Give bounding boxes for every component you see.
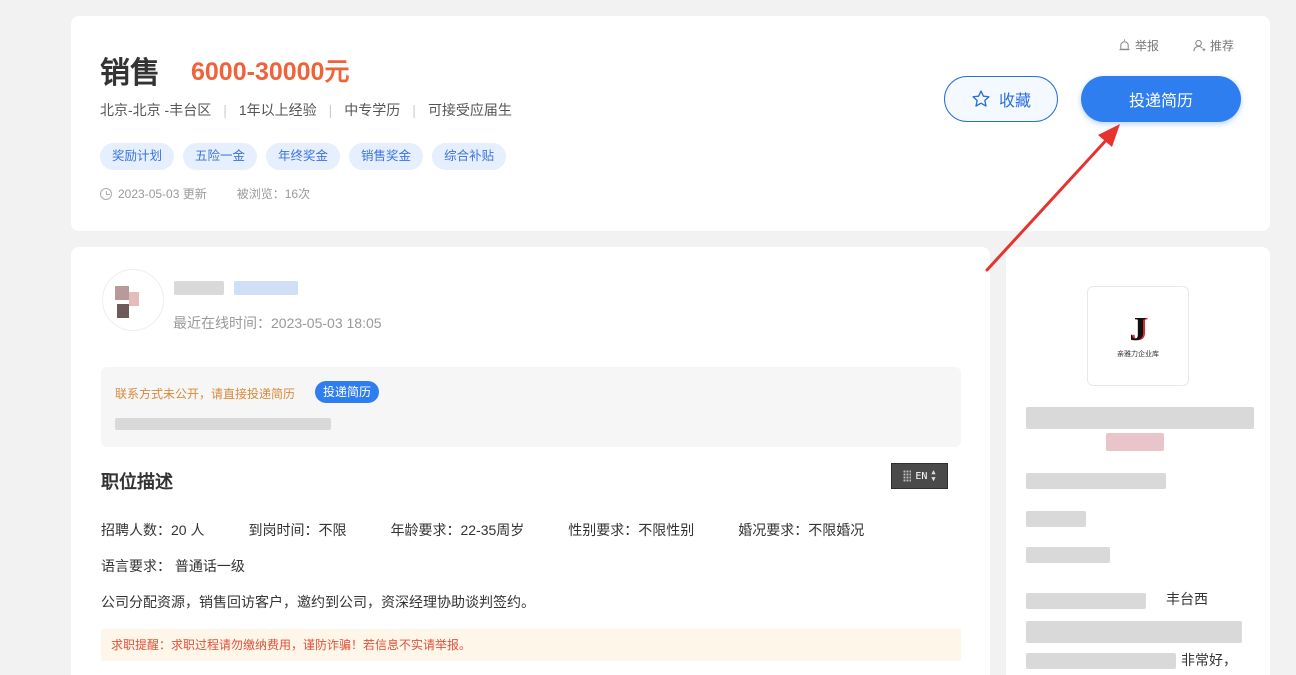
blurred-company-info — [1026, 473, 1166, 489]
blurred-company-info — [1026, 547, 1110, 563]
requirement-item: 到岗时间：不限 — [248, 522, 347, 538]
language-switcher[interactable]: EN ▲ ▼ — [891, 463, 948, 489]
language-label: EN — [915, 470, 928, 482]
recruiter-login-time: 最近在线时间：2023-05-03 18:05 — [173, 315, 382, 331]
section-title: 职位描述 — [101, 472, 173, 492]
alarm-icon — [1119, 39, 1130, 51]
blurred-company-info — [1026, 621, 1242, 643]
blurred-contact — [115, 418, 331, 430]
collect-button[interactable]: 收藏 — [944, 76, 1058, 122]
blurred-name — [174, 281, 224, 295]
benefit-tag: 奖励计划 — [100, 143, 175, 170]
recruiter-avatar — [102, 269, 164, 331]
benefit-tag: 五险一金 — [183, 143, 258, 170]
contact-box: 联系方式未公开，请直接投递简历 投递简历 — [101, 367, 961, 447]
job-header-card: 销售 6000-30000元 北京-北京 -丰台区 | 1年以上经验 | 中专学… — [71, 16, 1270, 231]
report-link[interactable]: 举报 — [1118, 37, 1159, 54]
grip-icon — [903, 470, 912, 482]
requirements-row: 招聘人数：20 人 到岗时间：不限 年龄要求：22-35周岁 性别要求：不限性别… — [101, 520, 908, 540]
blurred-company-info — [1026, 653, 1176, 669]
company-logo[interactable]: J 亲雅力企业库 — [1087, 286, 1189, 386]
job-description-text: 公司分配资源，销售回访客户，邀约到公司，资深经理协助谈判签约。 — [101, 594, 535, 610]
apply-resume-small-button[interactable]: 投递简历 — [315, 381, 380, 403]
company-desc-fragment: 非常好， — [1181, 652, 1237, 668]
job-experience: 1年以上经验 — [238, 102, 317, 118]
benefit-tags: 奖励计划 五险一金 年终奖金 销售奖金 综合补贴 — [100, 143, 507, 170]
collect-label: 收藏 — [998, 93, 1031, 110]
logo-caption: 亲雅力企业库 — [1117, 351, 1159, 358]
requirement-item: 性别要求：不限性别 — [568, 522, 695, 538]
requirement-item: 婚况要求：不限婚况 — [738, 522, 865, 538]
benefit-tag: 年终奖金 — [266, 143, 341, 170]
star-icon — [972, 90, 990, 107]
company-address-fragment: 丰台西 — [1166, 591, 1208, 607]
benefit-tag: 销售奖金 — [349, 143, 424, 170]
separator: | — [412, 102, 416, 118]
separator: | — [223, 102, 227, 118]
separator: | — [328, 102, 333, 118]
blurred-company-name — [1026, 407, 1254, 429]
logo-letter: J — [1129, 311, 1147, 348]
blurred-company-badge — [1106, 433, 1164, 451]
blurred-badge — [234, 281, 298, 295]
job-education: 中专学历 — [344, 102, 401, 118]
job-meta: 北京-北京 -丰台区 | 1年以上经验 | 中专学历 | 可接受应届生 — [100, 100, 512, 120]
update-time: 2023-05-03 更新 — [118, 187, 207, 201]
salary: 6000-30000元 — [191, 58, 350, 86]
benefit-tag: 综合补贴 — [432, 143, 507, 170]
requirement-item: 招聘人数：20 人 — [101, 522, 205, 538]
recommend-label: 推荐 — [1210, 39, 1235, 53]
job-graduates: 可接受应届生 — [427, 102, 512, 118]
language-requirement: 语言要求： 普通话一级 — [101, 558, 245, 574]
user-add-icon — [1193, 39, 1206, 52]
company-card: J 亲雅力企业库 丰台西 非常好， — [1006, 247, 1270, 675]
contact-hint: 联系方式未公开，请直接投递简历 — [115, 387, 296, 401]
requirement-item: 年龄要求：22-35周岁 — [390, 522, 525, 538]
blurred-company-info — [1026, 511, 1086, 527]
clock-icon — [100, 187, 112, 200]
apply-label: 投递简历 — [1128, 93, 1193, 110]
view-count: 被浏览：16次 — [236, 187, 311, 201]
job-detail-card: 最近在线时间：2023-05-03 18:05 联系方式未公开，请直接投递简历 … — [71, 247, 990, 675]
blurred-company-info — [1026, 593, 1146, 609]
report-label: 举报 — [1135, 39, 1160, 53]
update-info: 2023-05-03 更新 被浏览：16次 — [100, 185, 310, 202]
job-title: 销售 — [100, 57, 160, 90]
job-location: 北京-北京 -丰台区 — [100, 102, 212, 118]
apply-resume-button[interactable]: 投递简历 — [1081, 76, 1241, 122]
recommend-link[interactable]: 推荐 — [1193, 37, 1234, 54]
updown-icon: ▲ ▼ — [931, 468, 936, 483]
job-warning: 求职提醒：求职过程请勿缴纳费用，谨防诈骗！若信息不实请举报。 — [101, 629, 961, 661]
